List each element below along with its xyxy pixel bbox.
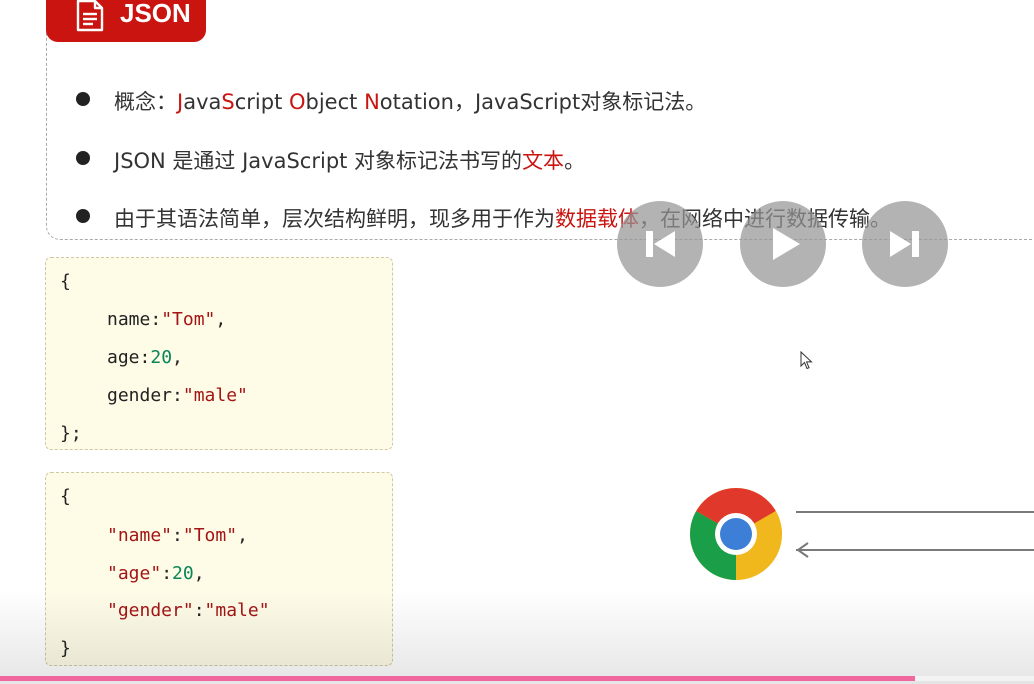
text-bject: bject [305,90,365,114]
code-colon: : [193,600,205,621]
code-line: "age":20, [107,563,205,584]
text-otation: otation，JavaScript对象标记法。 [379,90,707,114]
code-comma: , [193,563,205,584]
open-brace: { [60,486,71,507]
arrow-right-icon [796,511,1034,513]
text-ava: ava [183,90,222,114]
code-key: "name" [107,525,173,546]
concept-label: 概念： [114,90,177,114]
title-badge: JSON [46,0,206,42]
mouse-cursor-icon [800,351,813,370]
bullet-dot-2 [76,151,90,165]
code-key: age [107,347,140,368]
code-colon: : [150,309,162,330]
close-brace: }; [60,423,82,444]
close-brace: } [60,638,71,659]
code-key: name [107,309,151,330]
skip-forward-icon [890,231,919,257]
code-line: }; [60,423,82,444]
chrome-icon [690,488,782,580]
code-comma: , [215,309,227,330]
video-progress-fill [0,676,916,681]
code-line: gender:"male" [107,385,248,406]
code-colon: : [161,563,173,584]
page-title: JSON [120,0,191,28]
open-brace: { [60,271,71,292]
skip-back-icon [646,231,675,257]
code-string-value: "male" [182,385,248,406]
play-icon [773,228,800,260]
code-line: { [60,486,71,507]
code-string-value: "Tom" [161,309,216,330]
next-button[interactable] [862,201,948,287]
code-line: age:20, [107,347,183,368]
previous-button[interactable] [617,201,703,287]
letter-s: S [221,90,235,114]
video-progress-bar[interactable] [0,676,1034,681]
bullet-text-1: 概念：JavaScript Object Notation，JavaScript… [114,86,706,116]
play-button[interactable] [740,201,826,287]
code-line: name:"Tom", [107,309,226,330]
code-string-value: "Tom" [182,525,238,546]
bullet-2-before: JSON 是通过 JavaScript 对象标记法书写的 [114,149,523,173]
code-line: "gender":"male" [107,600,270,621]
code-line: "name":"Tom", [107,525,248,546]
letter-o: O [288,90,306,114]
arrow-left-icon [796,549,1034,551]
document-icon [74,0,106,38]
code-colon: : [172,385,183,406]
code-colon: : [172,525,183,546]
bullet-2-after: 。 [564,149,586,173]
code-string-value: "male" [204,600,270,621]
code-number-value: 20 [172,563,194,584]
arrow-left-head-icon [796,542,809,558]
code-line: { [60,271,71,292]
code-comma: , [237,525,248,546]
bullet-text-2: JSON 是通过 JavaScript 对象标记法书写的文本。 [114,145,585,175]
bullet-dot-1 [76,92,90,106]
text-cript: cript [234,90,289,114]
code-key: "gender" [107,600,194,621]
js-object-code-block: { name:"Tom", age:20, gender:"male" }; [45,257,393,450]
code-comma: , [172,347,183,368]
code-colon: : [139,347,151,368]
bullet-2-highlight: 文本 [522,149,565,173]
code-key: gender [107,385,173,406]
json-code-block: { "name":"Tom", "age":20, "gender":"male… [45,472,393,666]
code-line: } [60,638,71,659]
bullet-3-before: 由于其语法简单，层次结构鲜明，现多用于作为 [114,207,555,231]
code-number-value: 20 [150,347,173,368]
letter-n: N [364,90,380,114]
code-key: "age" [107,563,162,584]
bullet-dot-3 [76,209,90,223]
